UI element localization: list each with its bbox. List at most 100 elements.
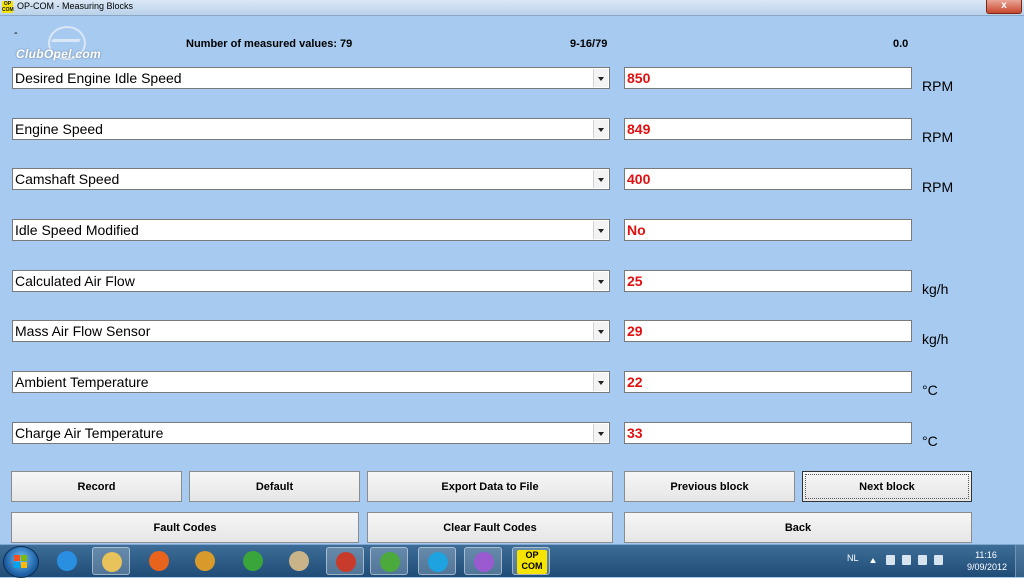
export-data-button[interactable]: Export Data to File (367, 471, 613, 502)
parameter-label: Idle Speed Modified (15, 222, 139, 238)
windows-taskbar: OP COM NL 11:16 9/09/2012 (0, 544, 1024, 578)
parameter-label: Camshaft Speed (15, 171, 120, 187)
taskbar-item[interactable] (234, 547, 272, 575)
parameter-select[interactable]: Desired Engine Idle Speed (12, 67, 610, 89)
clock-time[interactable]: 11:16 (970, 550, 1002, 560)
measurement-row: Mass Air Flow Sensor 29 kg/h (0, 320, 1024, 360)
paint-icon (289, 551, 309, 571)
opcom-icon-line2: COM (521, 561, 543, 571)
utorrent-icon (380, 552, 400, 572)
parameter-select[interactable]: Engine Speed (12, 118, 610, 140)
clock-date[interactable]: 9/09/2012 (964, 562, 1010, 572)
show-desktop-button[interactable] (1015, 545, 1024, 577)
taskbar-item[interactable] (326, 547, 364, 575)
chevron-down-icon[interactable] (593, 120, 608, 138)
network-icon[interactable] (918, 555, 927, 565)
taskbar-item[interactable] (280, 547, 318, 575)
parameter-select[interactable]: Ambient Temperature (12, 371, 610, 393)
default-button[interactable]: Default (189, 471, 360, 502)
logo-dash: - (14, 27, 18, 39)
taskbar-opcom[interactable]: OP COM (512, 547, 550, 575)
logo-text: ClubOpel.com (16, 47, 101, 61)
clear-fault-codes-button[interactable]: Clear Fault Codes (367, 512, 613, 543)
taskbar-item[interactable] (186, 547, 224, 575)
parameter-value-field: 400 (624, 168, 912, 190)
battery-icon[interactable] (902, 555, 911, 565)
opcom-app-icon: OP COM (2, 1, 14, 13)
volume-icon[interactable] (934, 555, 943, 565)
next-block-button[interactable]: Next block (802, 471, 972, 502)
parameter-unit: RPM (922, 78, 954, 94)
measurement-row: Engine Speed 849 RPM (0, 118, 1024, 158)
measurement-row: Calculated Air Flow 25 kg/h (0, 270, 1024, 310)
parameter-value-field: 25 (624, 270, 912, 292)
parameter-value-field: No (624, 219, 912, 241)
parameter-select[interactable]: Mass Air Flow Sensor (12, 320, 610, 342)
parameter-unit: kg/h (922, 331, 949, 347)
measured-values-count: Number of measured values: 79 (186, 38, 353, 50)
parameter-select[interactable]: Camshaft Speed (12, 168, 610, 190)
action-center-flag-icon[interactable] (886, 555, 895, 565)
chrome-icon (243, 551, 263, 571)
skype-icon (428, 552, 448, 572)
parameter-label: Engine Speed (15, 121, 103, 137)
parameter-unit: RPM (922, 129, 954, 145)
chevron-down-icon[interactable] (593, 322, 608, 340)
media-player-icon (336, 552, 356, 572)
parameter-select[interactable]: Calculated Air Flow (12, 270, 610, 292)
opcom-icon: OP COM (517, 550, 547, 574)
chevron-down-icon[interactable] (593, 170, 608, 188)
title-bar[interactable]: OP COM OP-COM - Measuring Blocks x (0, 0, 1024, 16)
taskbar-item[interactable] (464, 547, 502, 575)
windows-logo-icon (14, 555, 28, 569)
taskbar-item[interactable] (370, 547, 408, 575)
parameter-value-field: 29 (624, 320, 912, 342)
parameter-label: Ambient Temperature (15, 374, 149, 390)
taskbar-item[interactable] (140, 547, 178, 575)
previous-block-button[interactable]: Previous block (624, 471, 795, 502)
parameter-unit: °C (922, 382, 938, 398)
chevron-down-icon[interactable] (593, 424, 608, 442)
fault-codes-button[interactable]: Fault Codes (11, 512, 359, 543)
parameter-value: No (627, 222, 646, 238)
parameter-value: 33 (627, 425, 643, 441)
chevron-down-icon[interactable] (593, 69, 608, 87)
parameter-value: 25 (627, 273, 643, 289)
show-hidden-icons-icon[interactable] (870, 558, 876, 563)
chevron-down-icon[interactable] (593, 272, 608, 290)
parameter-unit: kg/h (922, 281, 949, 297)
measurement-row: Idle Speed Modified No (0, 219, 1024, 259)
parameter-select[interactable]: Idle Speed Modified (12, 219, 610, 241)
parameter-select[interactable]: Charge Air Temperature (12, 422, 610, 444)
messenger-icon (474, 552, 494, 572)
opel-bolt-icon (51, 39, 81, 42)
record-button[interactable]: Record (11, 471, 182, 502)
parameter-value-field: 849 (624, 118, 912, 140)
parameter-label: Desired Engine Idle Speed (15, 70, 182, 86)
winamp-icon (195, 551, 215, 571)
start-button[interactable] (3, 546, 39, 578)
chevron-down-icon[interactable] (593, 221, 608, 239)
parameter-unit: °C (922, 433, 938, 449)
language-indicator[interactable]: NL (847, 553, 859, 563)
block-range: 9-16/79 (570, 38, 608, 50)
parameter-value-field: 850 (624, 67, 912, 89)
measurement-row: Ambient Temperature 22 °C (0, 371, 1024, 411)
parameter-value: 850 (627, 70, 651, 86)
parameter-value-field: 33 (624, 422, 912, 444)
parameter-label: Calculated Air Flow (15, 273, 135, 289)
taskbar-item[interactable] (92, 547, 130, 575)
chevron-down-icon[interactable] (593, 373, 608, 391)
close-button[interactable]: x (986, 0, 1022, 14)
taskbar-item[interactable] (418, 547, 456, 575)
taskbar-item[interactable] (48, 547, 86, 575)
header-value: 0.0 (893, 38, 909, 50)
parameter-unit: RPM (922, 179, 954, 195)
window-title: OP-COM - Measuring Blocks (17, 1, 134, 11)
measurement-row: Camshaft Speed 400 RPM (0, 168, 1024, 208)
measurement-row: Desired Engine Idle Speed 850 RPM (0, 67, 1024, 107)
internet-explorer-icon (57, 551, 77, 571)
back-button[interactable]: Back (624, 512, 972, 543)
parameter-label: Mass Air Flow Sensor (15, 323, 151, 339)
parameter-value: 400 (627, 171, 651, 187)
